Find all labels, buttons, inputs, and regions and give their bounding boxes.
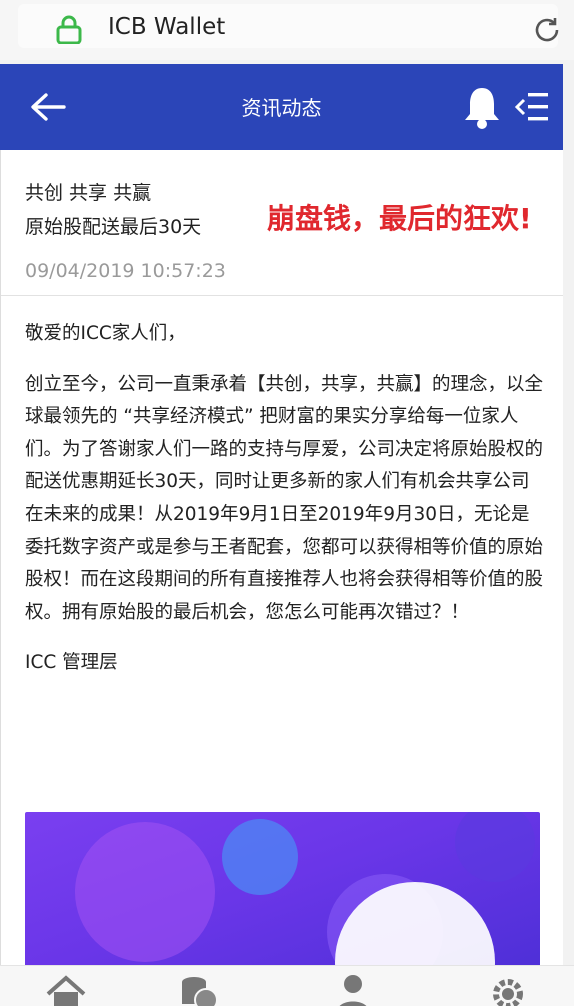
gear-icon[interactable]	[486, 972, 530, 1006]
article-datetime: 09/04/2019 10:57:23	[25, 260, 226, 282]
article-signature: ICC 管理层	[25, 652, 118, 674]
user-icon[interactable]	[331, 972, 375, 1006]
url-title: ICB Wallet	[108, 14, 226, 40]
reload-icon[interactable]	[532, 15, 562, 45]
bottom-nav	[0, 965, 574, 1006]
article-card: 共创 共享 共赢 原始股配送最后30天 09/04/2019 10:57:23 …	[0, 150, 563, 965]
overlay-annotation: 崩盘钱，最后的狂欢!	[267, 202, 532, 235]
article-body: 敬爱的ICC家人们， 创立至今，公司一直秉承着【共创，共享，共赢】的理念，以全球…	[25, 318, 545, 680]
coins-icon[interactable]	[176, 972, 220, 1006]
article-banner-image	[25, 812, 540, 965]
app-header: 资讯动态	[0, 64, 563, 150]
menu-collapse-icon[interactable]	[514, 90, 550, 124]
browser-bar: ICB Wallet	[0, 0, 574, 60]
home-icon[interactable]	[44, 972, 88, 1006]
address-bar[interactable]: ICB Wallet	[18, 4, 559, 48]
article-title-line1: 共创 共享 共赢	[25, 182, 152, 204]
article-greeting: 敬爱的ICC家人们，	[25, 323, 186, 344]
lock-icon	[56, 15, 82, 44]
article-title-line2: 原始股配送最后30天	[25, 216, 202, 238]
bell-icon[interactable]	[462, 84, 502, 130]
article-header: 共创 共享 共赢 原始股配送最后30天 09/04/2019 10:57:23 …	[1, 150, 563, 296]
article-paragraph: 创立至今，公司一直秉承着【共创，共享，共赢】的理念，以全球最领先的 “共享经济模…	[25, 373, 544, 623]
